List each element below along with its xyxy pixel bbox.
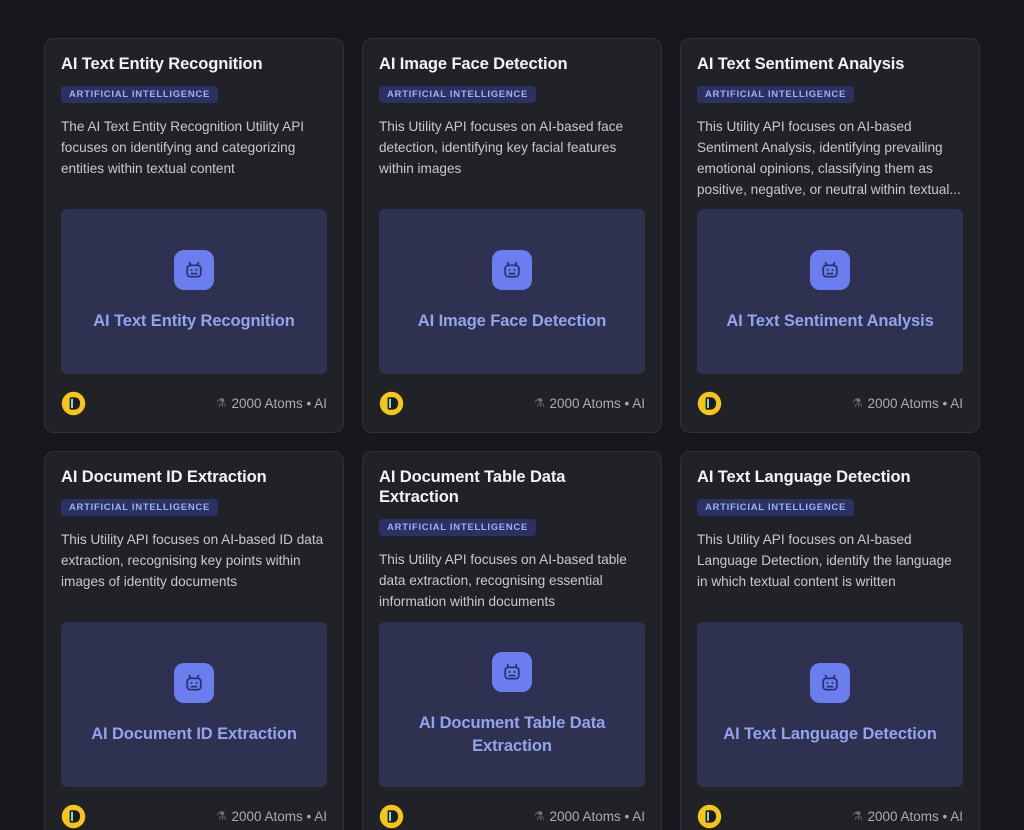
badge-row: ARTIFICIAL INTELLIGENCE [697, 84, 963, 104]
category-badge: ARTIFICIAL INTELLIGENCE [61, 498, 219, 517]
brand-logo-icon [697, 391, 722, 416]
atoms-meta-label: 2000 Atoms • AI [231, 395, 327, 411]
thumbnail-label: AI Text Language Detection [723, 725, 937, 744]
api-card-grid: AI Text Entity Recognition ARTIFICIAL IN… [0, 0, 1024, 830]
card-thumbnail[interactable]: AI Text Entity Recognition [61, 209, 327, 374]
robot-icon [492, 652, 532, 693]
brand-logo-icon [379, 804, 404, 829]
badge-row: ARTIFICIAL INTELLIGENCE [379, 84, 645, 104]
brand-logo-icon [379, 391, 404, 416]
badge-row: ARTIFICIAL INTELLIGENCE [379, 517, 645, 537]
thumbnail-label: AI Text Sentiment Analysis [726, 312, 934, 331]
robot-icon [174, 250, 214, 291]
card-title: AI Image Face Detection [379, 55, 568, 73]
card-footer: ⚗ 2000 Atoms • AI [379, 374, 645, 432]
thumbnail-label: AI Text Entity Recognition [93, 312, 295, 331]
atoms-meta-label: 2000 Atoms • AI [231, 808, 327, 824]
api-card-1[interactable]: AI Text Entity Recognition ARTIFICIAL IN… [44, 38, 344, 433]
category-badge: ARTIFICIAL INTELLIGENCE [379, 85, 537, 104]
card-title: AI Document Table Data Extraction [379, 468, 566, 506]
badge-row: ARTIFICIAL INTELLIGENCE [61, 84, 327, 104]
robot-icon [810, 663, 850, 704]
brand-logo-icon [697, 804, 722, 829]
robot-icon [810, 250, 850, 291]
card-thumbnail[interactable]: AI Image Face Detection [379, 209, 645, 374]
atom-icon: ⚗ [533, 809, 545, 823]
category-badge: ARTIFICIAL INTELLIGENCE [697, 498, 855, 517]
card-footer: ⚗ 2000 Atoms • AI [697, 374, 963, 432]
atoms-meta: ⚗ 2000 Atoms • AI [216, 396, 327, 411]
badge-row: ARTIFICIAL INTELLIGENCE [61, 497, 327, 517]
atoms-meta: ⚗ 2000 Atoms • AI [534, 396, 645, 411]
card-description: This Utility API focuses on AI-based tab… [379, 552, 627, 609]
card-thumbnail[interactable]: AI Text Language Detection [697, 622, 963, 787]
atom-icon: ⚗ [851, 396, 863, 410]
atoms-meta-label: 2000 Atoms • AI [549, 808, 645, 824]
atom-icon: ⚗ [851, 809, 863, 823]
category-badge: ARTIFICIAL INTELLIGENCE [697, 85, 855, 104]
card-description: This Utility API focuses on AI-based Sen… [697, 119, 961, 197]
atoms-meta-label: 2000 Atoms • AI [549, 395, 645, 411]
card-description: This Utility API focuses on AI-based ID … [61, 532, 324, 589]
card-title: AI Text Language Detection [697, 468, 911, 486]
card-description: This Utility API focuses on AI-based Lan… [697, 532, 952, 589]
robot-icon [174, 663, 214, 704]
thumbnail-label: AI Image Face Detection [417, 312, 607, 331]
atoms-meta: ⚗ 2000 Atoms • AI [852, 809, 963, 824]
atoms-meta-label: 2000 Atoms • AI [867, 395, 963, 411]
api-card-4[interactable]: AI Document ID Extraction ARTIFICIAL INT… [44, 451, 344, 830]
atoms-meta: ⚗ 2000 Atoms • AI [852, 396, 963, 411]
api-card-3[interactable]: AI Text Sentiment Analysis ARTIFICIAL IN… [680, 38, 980, 433]
atom-icon: ⚗ [215, 396, 227, 410]
card-title: AI Text Entity Recognition [61, 55, 263, 73]
card-description: This Utility API focuses on AI-based fac… [379, 119, 624, 176]
category-badge: ARTIFICIAL INTELLIGENCE [61, 85, 219, 104]
card-footer: ⚗ 2000 Atoms • AI [61, 787, 327, 830]
card-title: AI Text Sentiment Analysis [697, 55, 905, 73]
brand-logo-icon [61, 391, 86, 416]
card-footer: ⚗ 2000 Atoms • AI [697, 787, 963, 830]
atom-icon: ⚗ [215, 809, 227, 823]
thumbnail-label: AI Document ID Extraction [91, 725, 297, 744]
robot-icon [492, 250, 532, 291]
brand-logo-icon [61, 804, 86, 829]
atoms-meta: ⚗ 2000 Atoms • AI [216, 809, 327, 824]
card-footer: ⚗ 2000 Atoms • AI [379, 787, 645, 830]
api-card-2[interactable]: AI Image Face Detection ARTIFICIAL INTEL… [362, 38, 662, 433]
atoms-meta: ⚗ 2000 Atoms • AI [534, 809, 645, 824]
api-card-5[interactable]: AI Document Table Data Extraction ARTIFI… [362, 451, 662, 830]
atoms-meta-label: 2000 Atoms • AI [867, 808, 963, 824]
card-thumbnail[interactable]: AI Document ID Extraction [61, 622, 327, 787]
card-description: The AI Text Entity Recognition Utility A… [61, 119, 305, 176]
thumbnail-label: AI Document Table Data Extraction [418, 714, 606, 755]
card-thumbnail[interactable]: AI Document Table Data Extraction [379, 622, 645, 787]
card-title: AI Document ID Extraction [61, 468, 267, 486]
badge-row: ARTIFICIAL INTELLIGENCE [697, 497, 963, 517]
category-badge: ARTIFICIAL INTELLIGENCE [379, 518, 537, 537]
atom-icon: ⚗ [533, 396, 545, 410]
card-footer: ⚗ 2000 Atoms • AI [61, 374, 327, 432]
card-thumbnail[interactable]: AI Text Sentiment Analysis [697, 209, 963, 374]
api-card-6[interactable]: AI Text Language Detection ARTIFICIAL IN… [680, 451, 980, 830]
